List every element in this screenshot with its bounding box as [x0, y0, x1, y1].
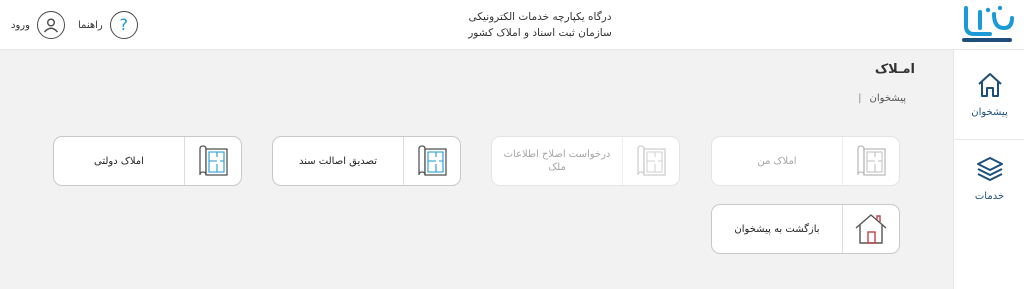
breadcrumb-item-dashboard[interactable]: پیشخوان [870, 93, 906, 104]
card-my-properties[interactable]: املاک من [711, 136, 900, 186]
help-button[interactable]: ? راهنما [78, 10, 138, 40]
card-document-authenticity[interactable]: تصدیق اصالت سند [272, 136, 461, 186]
user-icon [36, 11, 65, 39]
sidebar-item-label: پیشخوان [971, 106, 1008, 118]
card-label: املاک من [757, 155, 797, 167]
floorplan-icon [622, 137, 679, 185]
portal-title-line2: سازمان ثبت اسناد و املاک کشور [468, 27, 612, 39]
sidebar-item-dashboard[interactable]: پیشخوان [954, 50, 1024, 140]
login-label: ورود [11, 19, 30, 31]
portal-title-line1: درگاه یکپارچه خدمات الکترونیکی [468, 11, 612, 23]
sidebar-item-label: خدمات [974, 191, 1005, 202]
card-property-correction-request[interactable]: درخواست اصلاح اطلاعات ملک [491, 136, 680, 186]
sidebar: پیشخوان خدمات [953, 50, 1024, 289]
card-government-properties[interactable]: املاک دولتی [53, 136, 242, 186]
help-label: راهنما [78, 19, 103, 31]
login-button[interactable]: ورود [11, 10, 65, 40]
floorplan-icon [842, 137, 899, 185]
sabt-man-logo[interactable] [960, 4, 1016, 46]
floorplan-icon [403, 137, 460, 185]
portal-title: درگاه یکپارچه خدمات الکترونیکی سازمان ثب… [440, 9, 640, 41]
help-icon: ? [109, 11, 138, 39]
card-label: املاک دولتی [94, 155, 144, 167]
layers-icon [976, 156, 1004, 186]
house-icon [842, 205, 899, 253]
top-header: درگاه یکپارچه خدمات الکترونیکی سازمان ثب… [0, 0, 1024, 50]
card-back-to-dashboard[interactable]: بازگشت به پیشخوان [711, 204, 900, 254]
breadcrumb-separator: | [858, 93, 862, 104]
card-label: بازگشت به پیشخوان [734, 223, 820, 235]
sidebar-item-services[interactable]: خدمات [954, 141, 1024, 217]
card-label: تصدیق اصالت سند [298, 155, 377, 167]
home-icon [976, 72, 1004, 102]
page-title: امـلاک [874, 62, 915, 77]
floorplan-icon [184, 137, 241, 185]
breadcrumb: پیشخوان | [858, 93, 906, 104]
card-label: درخواست اصلاح اطلاعات ملک [503, 149, 611, 173]
